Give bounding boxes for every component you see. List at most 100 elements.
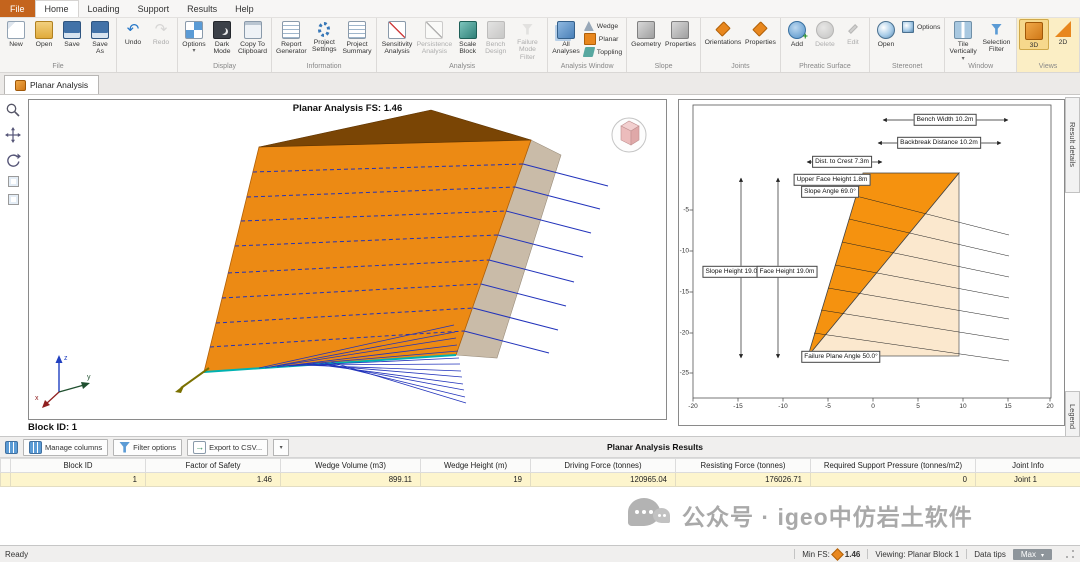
- col-resisting-force[interactable]: Resisting Force (tonnes): [675, 458, 811, 473]
- planar-tab-icon: [15, 79, 26, 91]
- export-cs-v-button[interactable]: Export to CSV...: [187, 438, 269, 456]
- col-block-id[interactable]: Block ID: [10, 458, 146, 473]
- report-generator-button[interactable]: Report Generator: [274, 19, 308, 56]
- new-button[interactable]: New: [2, 19, 30, 48]
- annotation-slope-angle: Slope Angle 69.0°: [801, 185, 859, 199]
- phreatic-delete-label: Delete: [815, 41, 835, 48]
- view-3d-icon: [1025, 22, 1043, 40]
- x-tick: 0: [871, 403, 875, 410]
- bench-design-button[interactable]: Bench Design: [482, 19, 510, 56]
- redo-button[interactable]: Redo: [147, 19, 175, 46]
- watermark-text: 公众号 · igeo中仿岩土软件: [682, 504, 973, 530]
- menu-tab-results[interactable]: Results: [178, 0, 226, 17]
- project-settings-button[interactable]: Project Settings: [309, 19, 340, 54]
- open-button[interactable]: Open: [30, 19, 58, 48]
- tab-planar-analysis[interactable]: Planar Analysis: [4, 75, 100, 94]
- toppling-analysis-button[interactable]: Toppling: [582, 47, 622, 57]
- side-tab-strip: Result details Legend: [1064, 95, 1080, 443]
- view-3d-button[interactable]: 3D: [1019, 19, 1049, 51]
- manage-columns-button[interactable]: Manage columns: [23, 438, 109, 456]
- cell-driving-force: 120965.04: [530, 472, 676, 487]
- scale-block-button[interactable]: Scale Block: [454, 19, 482, 56]
- group-label-slope: Slope: [654, 63, 673, 70]
- menu-tab-support[interactable]: Support: [129, 0, 179, 17]
- wedge-analysis-button[interactable]: Wedge: [583, 21, 622, 31]
- ribbon-group-views: 3D 2D Views: [1017, 18, 1080, 72]
- y-tick: -20: [679, 329, 689, 337]
- col-joint-info[interactable]: Joint Info: [975, 458, 1080, 473]
- group-label-window: Window: [968, 63, 994, 70]
- save-button[interactable]: Save: [58, 19, 86, 48]
- rotate-tool-button[interactable]: [4, 151, 22, 169]
- group-label-display: Display: [213, 63, 237, 70]
- stereonet-options-button[interactable]: Options: [901, 21, 940, 33]
- col-wedge-volume[interactable]: Wedge Volume (m3): [280, 458, 421, 473]
- results-toolbar: Manage columns Filter options Export to …: [0, 436, 1080, 458]
- status-data-tips[interactable]: Data tips: [974, 550, 1006, 559]
- tile-vertically-button[interactable]: Tile Vertically ▾: [947, 19, 979, 63]
- failure-mode-filter-label: Failure Mode Filter: [517, 39, 538, 61]
- pan-arrows-icon: [5, 127, 21, 143]
- col-driving-force[interactable]: Driving Force (tonnes): [530, 458, 676, 473]
- col-factor-of-safety[interactable]: Factor of Safety: [145, 458, 281, 473]
- view-3d-panel[interactable]: Planar Analysis FS: 1.46 z y x: [28, 99, 667, 420]
- display-toggle-2[interactable]: [7, 194, 19, 205]
- row-selection-marker: [0, 472, 11, 487]
- phreatic-add-button[interactable]: Add: [783, 19, 811, 48]
- menu-tab-home[interactable]: Home: [34, 0, 79, 17]
- persistence-analysis-button[interactable]: Persistence Analysis: [415, 19, 454, 56]
- display-toggle-1[interactable]: [7, 176, 19, 187]
- zoom-tool-button[interactable]: [4, 101, 22, 119]
- block-id-label: Block ID: 1: [28, 422, 78, 433]
- wedge-icon: [583, 21, 594, 31]
- slope-properties-cube-icon: [671, 21, 690, 39]
- status-separator: [867, 549, 869, 559]
- results-data-row[interactable]: 1 1.46 899.11 19 120965.04 176026.71 0 J…: [0, 472, 1080, 487]
- view-2d-button[interactable]: 2D: [1049, 19, 1077, 46]
- pan-tool-button[interactable]: [4, 126, 22, 144]
- export-dropdown-button[interactable]: [273, 438, 290, 456]
- save-as-button[interactable]: Save As: [86, 19, 114, 56]
- joint-properties-diamond-icon: [752, 21, 769, 37]
- slope-properties-button[interactable]: Properties: [663, 19, 698, 48]
- file-menu-button[interactable]: File: [0, 0, 35, 17]
- selection-filter-button[interactable]: Selection Filter: [979, 19, 1014, 54]
- open-folder-icon: [35, 21, 53, 39]
- y-tick: -5: [683, 206, 689, 214]
- col-required-support-pressure[interactable]: Required Support Pressure (tonnes/m2): [810, 458, 976, 473]
- stereonet-open-button[interactable]: Open: [872, 19, 900, 48]
- group-label-undo: [119, 70, 175, 72]
- phreatic-edit-button[interactable]: Edit: [839, 19, 867, 46]
- menu-tab-help[interactable]: Help: [226, 0, 263, 17]
- dark-mode-button[interactable]: Dark Mode: [208, 19, 236, 56]
- joint-orientations-button[interactable]: Orientations: [703, 19, 743, 46]
- col-wedge-height[interactable]: Wedge Height (m): [420, 458, 531, 473]
- undo-button[interactable]: Undo: [119, 19, 147, 46]
- status-viewing: Viewing: Planar Block 1: [875, 550, 959, 559]
- phreatic-delete-button[interactable]: Delete: [811, 19, 839, 48]
- slope-geometry-cube-icon: [637, 21, 656, 39]
- new-label: New: [9, 41, 23, 48]
- planar-analysis-button[interactable]: Planar: [583, 33, 622, 45]
- resize-grip[interactable]: [1065, 549, 1075, 559]
- slope-properties-label: Properties: [664, 41, 696, 48]
- project-summary-button[interactable]: Project Summary: [340, 19, 374, 56]
- all-analyses-button[interactable]: All Analyses: [550, 19, 582, 56]
- max-dropdown-button[interactable]: Max: [1012, 548, 1052, 560]
- menu-results-label: Results: [187, 3, 218, 14]
- annotation-face-height: Face Height 19.0m: [756, 265, 818, 279]
- phreatic-add-icon: [787, 21, 808, 42]
- orientation-cube[interactable]: [611, 117, 647, 153]
- view-2d-panel[interactable]: Bench Width 10.2m Backbreak Distance 10.…: [678, 99, 1065, 426]
- menu-tab-loading[interactable]: Loading: [79, 0, 129, 17]
- row-marker-header: [0, 458, 11, 473]
- axis-y-label: y: [87, 374, 91, 381]
- joint-properties-button[interactable]: Properties: [743, 19, 778, 46]
- slope-geometry-button[interactable]: Geometry: [629, 19, 663, 48]
- tab-result-details[interactable]: Result details: [1065, 97, 1080, 193]
- failure-mode-filter-button[interactable]: Failure Mode Filter: [510, 19, 546, 61]
- sensitivity-analysis-button[interactable]: Sensitivity Analysis: [379, 19, 415, 56]
- options-button[interactable]: Options ▾: [180, 19, 208, 55]
- copy-to-clipboard-button[interactable]: Copy To Clipboard: [236, 19, 269, 56]
- filter-options-button[interactable]: Filter options: [113, 438, 183, 456]
